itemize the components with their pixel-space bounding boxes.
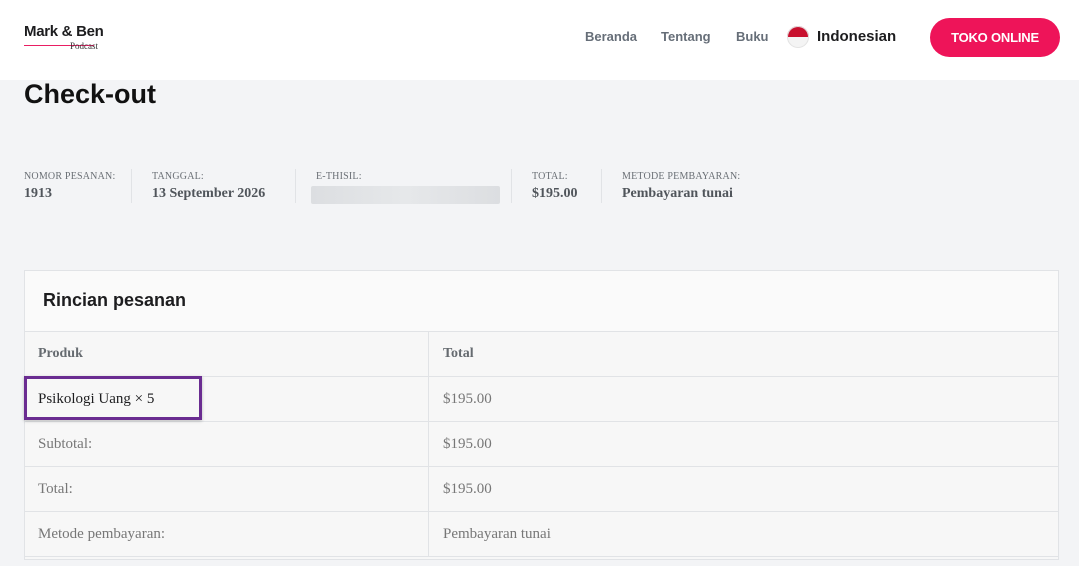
column-divider [428,512,429,556]
row-value-subtotal: $195.00 [443,436,492,452]
column-divider [428,422,429,466]
table-row: Metode pembayaran: Pembayaran tunai [25,512,1058,557]
table-header-row: Produk Total [25,331,1058,377]
overview-divider [511,169,512,203]
order-details-card: Rincian pesanan Produk Total Psikologi U… [24,270,1059,560]
site-header: Mark & Ben Podcast Beranda Tentang Buku … [0,0,1079,80]
overview-value: 13 September 2026 [152,186,266,201]
overview-divider [295,169,296,203]
overview-value: Pembayaran tunai [622,186,733,201]
overview-value: 1913 [24,186,52,201]
overview-value: $195.00 [532,186,578,201]
logo-title: Mark & Ben [24,23,104,40]
logo-subtitle: Podcast [70,41,98,51]
overview-date: TANGGAL: 13 September 2026 [152,171,265,202]
overview-label: TOTAL: [532,171,568,182]
row-value-payment-method: Pembayaran tunai [443,526,551,542]
column-header-product: Produk [38,346,83,361]
overview-label: E-THISIL: [316,171,362,182]
overview-label: METODE PEMBAYARAN: [622,171,741,182]
row-value-total: $195.00 [443,481,492,497]
nav-link-beranda[interactable]: Beranda [585,29,637,44]
overview-order-number: NOMOR PESANAN: 1913 [24,171,115,202]
table-row: Psikologi Uang × 5 $195.00 [24,376,1058,422]
order-details-table: Produk Total Psikologi Uang × 5 $195.00 … [24,331,1058,557]
overview-divider [131,169,132,203]
order-details-title: Rincian pesanan [43,290,187,310]
overview-total: TOTAL: $195.00 [532,171,578,202]
product-name[interactable]: Psikologi Uang × 5 [38,391,154,408]
indonesia-flag-icon[interactable] [787,26,809,48]
table-row: Total: $195.00 [25,467,1058,512]
column-divider [428,467,429,511]
page-title: Check-out [24,79,157,109]
column-header-total: Total [443,346,474,361]
online-shop-button[interactable]: TOKO ONLINE [930,18,1060,57]
column-divider [428,331,429,376]
column-divider [428,377,429,421]
table-row: Subtotal: $195.00 [25,422,1058,467]
row-label-total: Total: [38,481,73,497]
site-logo[interactable]: Mark & Ben Podcast [24,23,108,51]
overview-label: NOMOR PESANAN: [24,171,116,182]
overview-label: TANGGAL: [152,171,204,182]
nav-link-buku[interactable]: Buku [736,29,769,44]
order-details-header: Rincian pesanan [25,271,1058,332]
row-label-payment-method: Metode pembayaran: [38,526,166,542]
overview-divider [601,169,602,203]
nav-link-tentang[interactable]: Tentang [661,29,711,44]
overview-payment-method: METODE PEMBAYARAN: Pembayaran tunai [622,171,740,202]
language-switcher[interactable]: Indonesian [817,28,896,45]
row-label-subtotal: Subtotal: [38,436,93,452]
product-total: $195.00 [443,391,492,407]
overview-email: E-THISIL: [311,171,500,204]
email-redacted-value [311,186,500,204]
